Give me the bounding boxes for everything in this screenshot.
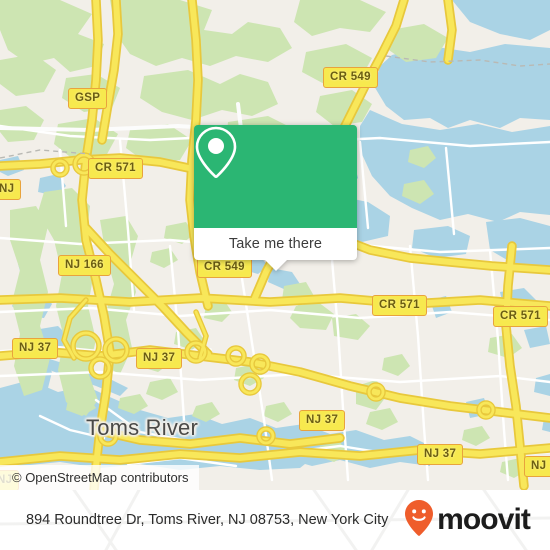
moovit-smiley-pin-icon — [404, 499, 434, 542]
footer-bar: 894 Roundtree Dr, Toms River, NJ 08753, … — [0, 490, 550, 550]
take-me-there-label: Take me there — [228, 236, 323, 252]
road-shield: NJ 37 — [417, 444, 464, 465]
road-shield: NJ 37 — [299, 410, 346, 431]
location-popup-card[interactable]: Take me there — [194, 125, 357, 271]
moovit-logo[interactable]: moovit — [404, 499, 531, 542]
place-label: Toms River — [86, 415, 199, 440]
road-shield: CR 549 — [197, 257, 252, 278]
road-shield: NJ 37 — [136, 348, 183, 369]
road-shield: NJ — [0, 179, 22, 200]
map-canvas[interactable]: GSP CR 549 CR 571 NJ 166 CR 549 CR 571 CR 571 N… — [0, 0, 550, 490]
road-shield: CR 549 — [323, 67, 378, 88]
popup-pointer-tail — [264, 260, 287, 271]
road-shield: CR 571 — [493, 306, 548, 327]
map-screenshot: GSP CR 549 CR 571 NJ 166 CR 549 CR 571 CR 571 N… — [0, 0, 550, 550]
attribution-text: © OpenStreetMap contributors — [12, 470, 189, 485]
popup-action-bar[interactable]: Take me there — [194, 228, 357, 271]
moovit-wordmark: moovit — [437, 503, 531, 536]
road-shield: CR 571 — [88, 158, 143, 179]
osm-attribution-bar[interactable]: © OpenStreetMap contributors — [0, 465, 199, 490]
road-shield: NJ 3 — [524, 456, 550, 477]
road-shield: CR 571 — [372, 295, 427, 316]
popup-header — [194, 125, 357, 228]
road-shield: NJ 166 — [58, 255, 111, 276]
road-shield: NJ 37 — [12, 338, 59, 359]
road-shield: GSP — [68, 88, 108, 109]
address-text: 894 Roundtree Dr, Toms River, NJ 08753, … — [26, 511, 389, 528]
